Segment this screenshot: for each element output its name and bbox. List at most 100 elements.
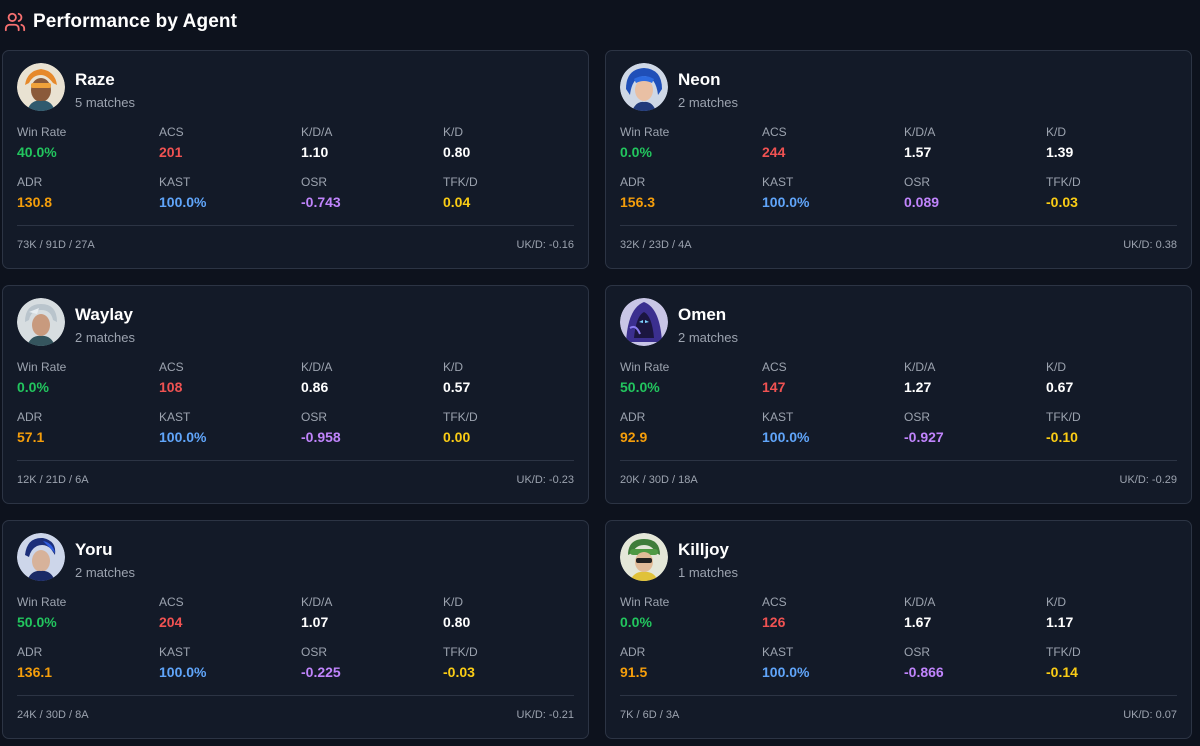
agent-grid: Raze 5 matches Win Rate 40.0% ACS 201 K/D/… — [2, 50, 1192, 739]
stat-adr: ADR 57.1 — [17, 410, 147, 445]
waylay-portrait-icon — [17, 298, 65, 346]
stat-kast: KAST 100.0% — [159, 645, 289, 680]
stat-label: KAST — [159, 175, 191, 189]
stat-label: OSR — [904, 410, 931, 424]
stat-acs: ACS 108 — [159, 360, 289, 395]
agent-card-killjoy[interactable]: Killjoy 1 matches Win Rate 0.0% ACS 126 K/… — [605, 520, 1192, 739]
ukd-value: UK/D: -0.21 — [516, 709, 574, 721]
stat-value: 1.57 — [904, 144, 932, 160]
card-divider — [620, 695, 1177, 696]
agent-card-omen[interactable]: Omen 2 matches Win Rate 50.0% ACS 147 K/D/… — [605, 285, 1192, 504]
stat-label: TFK/D — [443, 175, 478, 189]
agent-card-raze[interactable]: Raze 5 matches Win Rate 40.0% ACS 201 K/D/… — [2, 50, 589, 269]
stat-value: 100.0% — [762, 194, 810, 210]
stat-label: Win Rate — [620, 360, 670, 374]
stat-value: 57.1 — [17, 429, 45, 445]
stat-osr: OSR 0.089 — [904, 175, 1034, 210]
stat-value: 0.80 — [443, 614, 471, 630]
stat-label: K/D — [443, 595, 464, 609]
card-divider — [17, 225, 574, 226]
stat-value: 156.3 — [620, 194, 656, 210]
stat-acs: ACS 201 — [159, 125, 289, 160]
stat-label: Win Rate — [620, 595, 670, 609]
agent-matches: 2 matches — [678, 95, 738, 110]
stat-value: 100.0% — [159, 664, 207, 680]
stat-label: K/D/A — [301, 360, 333, 374]
stat-label: ADR — [620, 175, 646, 189]
stat-label: Win Rate — [17, 125, 67, 139]
agent-card-yoru[interactable]: Yoru 2 matches Win Rate 50.0% ACS 204 K/D/… — [2, 520, 589, 739]
stat-win-rate: Win Rate 0.0% — [620, 125, 750, 160]
stat-label: ADR — [620, 645, 646, 659]
stat-acs: ACS 147 — [762, 360, 892, 395]
stat-label: ACS — [159, 360, 184, 374]
stat-adr: ADR 156.3 — [620, 175, 750, 210]
omen-portrait-icon — [620, 298, 668, 346]
stat-kd: K/D 1.17 — [1046, 595, 1176, 630]
stat-label: ADR — [17, 645, 43, 659]
stat-value: 0.0% — [17, 379, 49, 395]
stat-kd: K/D 0.67 — [1046, 360, 1176, 395]
stat-osr: OSR -0.743 — [301, 175, 431, 210]
agent-matches: 2 matches — [75, 565, 135, 580]
stat-label: KAST — [159, 410, 191, 424]
stat-value: 0.0% — [620, 144, 652, 160]
stat-value: 136.1 — [17, 664, 53, 680]
stat-kd: K/D 1.39 — [1046, 125, 1176, 160]
stat-label: OSR — [301, 175, 328, 189]
stat-label: ACS — [762, 125, 787, 139]
stat-value: 244 — [762, 144, 786, 160]
stat-label: Win Rate — [620, 125, 670, 139]
kda-totals: 20K / 30D / 18A — [620, 474, 698, 486]
stat-label: TFK/D — [443, 410, 478, 424]
raze-portrait-icon — [17, 63, 65, 111]
agent-card-neon[interactable]: Neon 2 matches Win Rate 0.0% ACS 244 K/D/A… — [605, 50, 1192, 269]
kda-totals: 12K / 21D / 6A — [17, 474, 89, 486]
stat-label: KAST — [762, 175, 794, 189]
killjoy-portrait-icon — [620, 533, 668, 581]
stat-tfkd: TFK/D -0.10 — [1046, 410, 1176, 445]
stat-tfkd: TFK/D -0.03 — [1046, 175, 1176, 210]
stat-value: 201 — [159, 144, 183, 160]
stat-kd: K/D 0.80 — [443, 595, 573, 630]
stat-value: -0.03 — [443, 664, 475, 680]
card-divider — [17, 460, 574, 461]
stat-kda: K/D/A 0.86 — [301, 360, 431, 395]
stat-label: K/D/A — [904, 125, 936, 139]
stat-value: -0.14 — [1046, 664, 1078, 680]
stat-value: 100.0% — [762, 429, 810, 445]
stat-value: 1.27 — [904, 379, 932, 395]
stat-value: -0.03 — [1046, 194, 1078, 210]
stat-value: 100.0% — [762, 664, 810, 680]
agent-card-waylay[interactable]: Waylay 2 matches Win Rate 0.0% ACS 108 K/D… — [2, 285, 589, 504]
stat-label: OSR — [904, 175, 931, 189]
stat-label: K/D — [1046, 360, 1067, 374]
stat-acs: ACS 204 — [159, 595, 289, 630]
stat-kast: KAST 100.0% — [762, 410, 892, 445]
stat-value: 0.00 — [443, 429, 471, 445]
stat-value: 40.0% — [17, 144, 57, 160]
stat-label: OSR — [904, 645, 931, 659]
stat-kast: KAST 100.0% — [159, 175, 289, 210]
agent-matches: 5 matches — [75, 95, 135, 110]
stat-kda: K/D/A 1.57 — [904, 125, 1034, 160]
ukd-value: UK/D: -0.23 — [516, 474, 574, 486]
stat-adr: ADR 91.5 — [620, 645, 750, 680]
kda-totals: 73K / 91D / 27A — [17, 239, 95, 251]
stat-osr: OSR -0.866 — [904, 645, 1034, 680]
stat-tfkd: TFK/D 0.04 — [443, 175, 573, 210]
stat-acs: ACS 244 — [762, 125, 892, 160]
stat-label: K/D — [443, 360, 464, 374]
agent-name: Yoru — [75, 540, 113, 559]
stat-label: ACS — [762, 595, 787, 609]
stat-label: K/D/A — [301, 595, 333, 609]
agent-name: Killjoy — [678, 540, 730, 559]
stat-value: -0.927 — [904, 429, 944, 445]
stat-value: -0.866 — [904, 664, 944, 680]
stat-value: -0.743 — [301, 194, 341, 210]
ukd-value: UK/D: 0.07 — [1123, 709, 1177, 721]
stat-adr: ADR 130.8 — [17, 175, 147, 210]
stat-value: 91.5 — [620, 664, 648, 680]
stat-value: 108 — [159, 379, 183, 395]
stat-kda: K/D/A 1.67 — [904, 595, 1034, 630]
